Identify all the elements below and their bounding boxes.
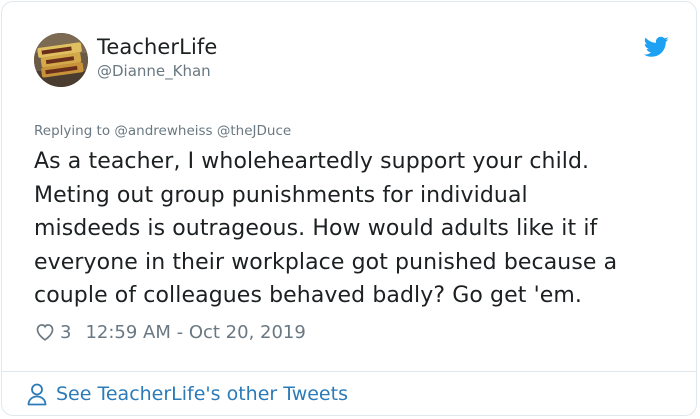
- like-count[interactable]: 3: [60, 322, 71, 343]
- person-icon: [27, 383, 47, 406]
- heart-icon[interactable]: [34, 321, 56, 343]
- mention-link[interactable]: @theJDuce: [217, 123, 291, 139]
- avatar-image: [34, 33, 88, 87]
- divider: [2, 371, 696, 372]
- replying-to-label: Replying to: [34, 123, 111, 139]
- tweet-meta: 3 12:59 AM - Oct 20, 2019: [34, 320, 306, 344]
- twitter-bird-icon[interactable]: [644, 36, 669, 58]
- see-other-tweets-label[interactable]: See TeacherLife's other Tweets: [56, 383, 348, 405]
- replying-to-line: Replying to @andrewheiss @theJDuce: [34, 123, 291, 139]
- tweet-text: As a teacher, I wholeheartedly support y…: [34, 149, 618, 308]
- tweet-timestamp[interactable]: 12:59 AM - Oct 20, 2019: [85, 322, 305, 343]
- avatar[interactable]: [34, 33, 88, 87]
- tweet-card: TeacherLife @Dianne_Khan Replying to @an…: [1, 1, 697, 416]
- author-display-name[interactable]: TeacherLife: [97, 35, 217, 59]
- see-other-tweets-link[interactable]: See TeacherLife's other Tweets: [26, 382, 348, 406]
- author-handle[interactable]: @Dianne_Khan: [97, 62, 211, 80]
- mention-link[interactable]: @andrewheiss: [114, 123, 212, 139]
